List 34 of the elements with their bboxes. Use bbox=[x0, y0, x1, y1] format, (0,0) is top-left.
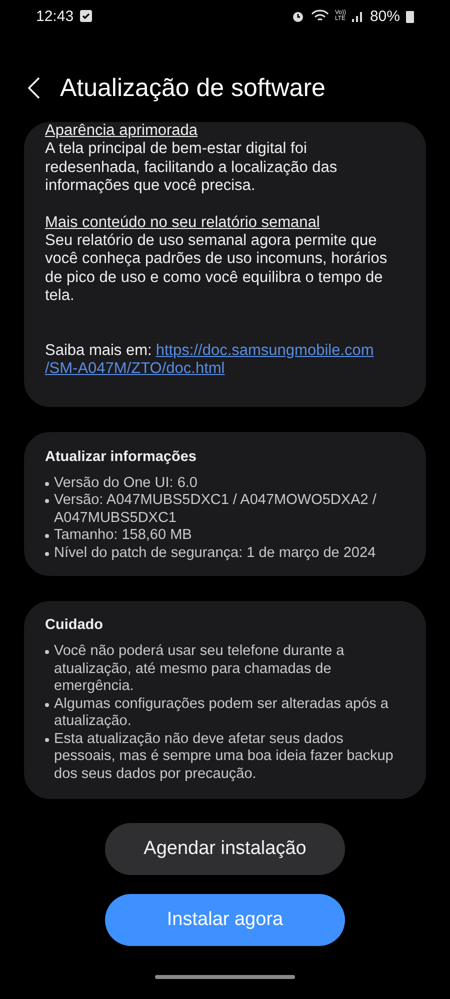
section-heading: Mais conteúdo no seu relatório semanal bbox=[45, 214, 320, 232]
bullet-icon bbox=[45, 650, 49, 654]
info-item: Nível do patch de segurança: 1 de março de 2024 bbox=[54, 544, 376, 562]
checkbox-notification-icon bbox=[80, 10, 92, 22]
caution-item: Esta atualização não deve afetar seus dados pessoais, mas é sempre uma boa ideia fazer backup dos seus dados por precaução. bbox=[54, 730, 394, 783]
doc-link[interactable]: /SM-A047M/ZTO/doc.html bbox=[45, 360, 225, 378]
schedule-button[interactable]: Agendar instalação bbox=[105, 823, 345, 875]
doc-link[interactable]: https://doc.samsungmobile.com bbox=[156, 342, 374, 360]
card-title: Cuidado bbox=[45, 617, 104, 633]
battery-percentage: 80% bbox=[370, 8, 400, 24]
bullet-icon bbox=[45, 702, 49, 706]
alarm-icon bbox=[290, 9, 305, 23]
card-title: Atualizar informações bbox=[45, 448, 198, 464]
bullet-icon bbox=[45, 738, 49, 742]
battery-icon bbox=[406, 10, 414, 22]
bullet-icon bbox=[45, 534, 49, 538]
info-item: Tamanho: 158,60 MB bbox=[54, 527, 192, 544]
wifi-icon bbox=[310, 9, 329, 23]
more-info-label: Saiba mais em: bbox=[45, 342, 152, 360]
bullet-icon bbox=[45, 552, 49, 556]
info-item: Versão: A047MUBS5DXC1 / A047MOWO5DXA2 / A047MUBS5DXC1 bbox=[54, 492, 378, 527]
section-text: A tela principal de bem-estar digital foi redesenhada, facilitando a localização das informações que você precisa. bbox=[45, 140, 338, 196]
section-text: Seu relatório de uso semanal agora permite que você conheça padrões de uso incomuns, horários de pico de uso e como você equilibra o tempo de tela. bbox=[45, 232, 388, 306]
signal-icon bbox=[352, 10, 364, 22]
caution-item: Você não poderá usar seu telefone durante a atualização, até mesmo para chamadas de emergência. bbox=[54, 643, 346, 696]
clock: 12:43 bbox=[36, 8, 74, 24]
bullet-icon bbox=[45, 482, 49, 486]
back-icon[interactable] bbox=[28, 77, 40, 99]
page-title: Atualização de software bbox=[60, 74, 326, 102]
bullet-icon bbox=[45, 499, 49, 503]
caution-item: Algumas configurações podem ser alteradas após a atualização. bbox=[54, 696, 390, 730]
section-heading: Aparência aprimorada bbox=[45, 122, 198, 140]
install-now-button[interactable]: Instalar agora bbox=[105, 894, 345, 946]
info-item: Versão do One UI: 6.0 bbox=[54, 474, 198, 492]
